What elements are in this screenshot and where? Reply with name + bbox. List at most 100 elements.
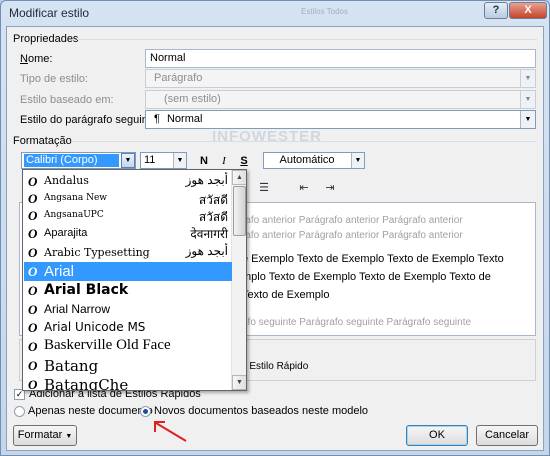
next-style-label: Estilo do parágrafo seguinte: — [20, 114, 161, 126]
font-list-item[interactable]: O Aparajita देवनागरी — [24, 224, 232, 243]
watermark-text: INFOWESTER — [212, 128, 322, 145]
font-list-item[interactable]: O Andalus أبجد هوز — [24, 172, 232, 190]
font-list-scrollbar[interactable]: ▲ ▼ — [231, 170, 246, 390]
cancel-button[interactable]: Cancelar — [476, 425, 538, 446]
font-name-combo[interactable]: Calibri (Corpo) ▼ — [21, 152, 136, 169]
style-type-value: Parágrafo — [154, 72, 203, 84]
preview-previous-paragraph: rafo anterior Parágrafo anterior Parágra… — [242, 230, 463, 241]
chevron-down-icon[interactable]: ▼ — [520, 111, 535, 128]
font-list-item-name: Angsana New — [44, 193, 107, 204]
next-style-value: Normal — [166, 113, 203, 125]
new-documents-label[interactable]: Novos documentos baseados neste modelo — [154, 405, 368, 417]
properties-divider — [77, 39, 537, 40]
ok-button[interactable]: OK — [406, 425, 468, 446]
chevron-down-icon[interactable]: ▼ — [173, 153, 186, 168]
underline-button[interactable]: S — [235, 153, 253, 169]
opentype-font-icon: O — [28, 338, 38, 354]
preview-sample-text: mplo Texto de Exemplo Texto de Exemplo T… — [242, 271, 491, 283]
preview-next-paragraph: afo seguinte Parágrafo seguinte Parágraf… — [242, 317, 472, 328]
increase-indent-icon[interactable]: ⇥ — [321, 181, 339, 195]
decrease-indent-icon[interactable]: ⇤ — [295, 181, 313, 195]
font-color-combo[interactable]: Automático ▼ — [263, 152, 365, 169]
font-list-item-name: Arial Unicode MS — [44, 319, 146, 334]
scroll-thumb[interactable] — [233, 186, 246, 236]
chevron-down-icon[interactable]: ▼ — [520, 70, 535, 87]
preview-sample-text: Texto de Exemplo — [242, 289, 330, 301]
next-style-combo[interactable]: ¶ Normal ▼ — [145, 110, 536, 129]
font-size-combo[interactable]: 11 ▼ — [140, 152, 187, 169]
modify-style-dialog: Modificar estilo Estilos Todos ? X Propr… — [0, 0, 550, 456]
font-list-item-sample: देवनागरी — [190, 227, 228, 241]
chevron-down-icon: ▼ — [65, 433, 73, 440]
font-list-item[interactable]: O Arial Narrow — [24, 300, 232, 318]
dialog-title: Modificar estilo — [9, 6, 90, 20]
name-label-rest: ome: — [27, 53, 53, 65]
font-color-value: Automático — [279, 154, 335, 166]
only-this-document-label[interactable]: Apenas neste documento — [28, 405, 153, 417]
opentype-font-icon: O — [28, 319, 38, 335]
opentype-font-icon: O — [28, 226, 38, 241]
font-list-item-name: Andalus — [44, 174, 89, 188]
preview-previous-paragraph: rafo anterior Parágrafo anterior Parágra… — [242, 215, 463, 226]
font-list-item-sample: أبجد هوز — [185, 173, 228, 187]
formatting-section-label: Formatação — [13, 135, 72, 147]
name-label: Nome: — [20, 53, 53, 65]
scroll-down-icon[interactable]: ▼ — [232, 375, 246, 390]
opentype-font-icon: O — [28, 377, 38, 391]
close-button[interactable]: X — [509, 2, 547, 19]
based-on-value: (sem estilo) — [164, 93, 221, 105]
font-list-item-name: Arial Narrow — [44, 301, 111, 316]
style-type-combo[interactable]: Parágrafo ▼ — [145, 69, 536, 88]
opentype-font-icon: O — [28, 283, 38, 298]
opentype-font-icon: O — [28, 208, 38, 223]
font-list-item[interactable]: O Baskerville Old Face — [24, 336, 232, 356]
title-bar: Modificar estilo Estilos Todos ? X — [1, 1, 549, 25]
font-list-item-name: Arial Black — [44, 282, 129, 299]
font-list-item[interactable]: O Batang — [24, 356, 232, 375]
font-list-item-name: Aparajita — [44, 226, 88, 239]
chevron-down-icon[interactable]: ▼ — [121, 153, 135, 168]
italic-button[interactable]: I — [215, 153, 233, 169]
font-dropdown-list[interactable]: ▲ ▼ O Andalus أبجد هوز O Angsana New สวัสดี O A… — [22, 169, 247, 391]
font-list-item[interactable]: O Arial — [24, 262, 232, 281]
font-list-item[interactable]: O Arial Black — [24, 281, 232, 300]
name-input[interactable]: Normal — [145, 49, 536, 68]
properties-section-label: Propriedades — [13, 33, 79, 45]
font-size-value: 11 — [144, 154, 156, 166]
font-list-item-name: Arial — [44, 262, 75, 280]
opentype-font-icon: O — [28, 301, 38, 317]
chevron-down-icon[interactable]: ▼ — [520, 91, 535, 108]
font-list-item-name: Baskerville Old Face — [44, 337, 171, 353]
format-menu-button[interactable]: Formatar ▼ — [13, 425, 77, 446]
preview-sample-text: e Exemplo Texto de Exemplo Texto de Exem… — [242, 253, 504, 265]
font-list-item-name: AngsanaUPC — [44, 210, 104, 221]
font-list-item-sample: สวัสดี — [198, 193, 228, 207]
background-window-title: Estilos Todos — [301, 7, 348, 16]
chevron-down-icon[interactable]: ▼ — [351, 153, 364, 168]
opentype-font-icon: O — [28, 245, 38, 260]
scroll-up-icon[interactable]: ▲ — [232, 170, 246, 185]
font-list-item-name: BatangChe — [44, 375, 129, 391]
font-list-item[interactable]: O BatangChe — [24, 375, 232, 391]
annotation-arrow-icon — [154, 421, 187, 442]
line-spacing-icon[interactable]: ☰ — [255, 181, 273, 195]
font-list-item[interactable]: O Arabic Typesetting أبجد هوز — [24, 243, 232, 262]
font-list-item[interactable]: O AngsanaUPC สวัสดี — [24, 207, 232, 224]
paragraph-icon: ¶ — [154, 113, 160, 125]
based-on-label: Estilo baseado em: — [20, 94, 114, 106]
font-list-item[interactable]: O Angsana New สวัสดี — [24, 190, 232, 207]
only-this-document-radio[interactable] — [14, 406, 25, 417]
font-list-item-name: Arabic Typesetting — [44, 245, 150, 259]
based-on-combo[interactable]: (sem estilo) ▼ — [145, 90, 536, 109]
help-button[interactable]: ? — [484, 2, 508, 19]
opentype-font-icon: O — [28, 264, 38, 279]
bold-button[interactable]: N — [195, 153, 213, 169]
font-name-value[interactable]: Calibri (Corpo) — [24, 154, 119, 167]
new-documents-radio[interactable] — [140, 406, 151, 417]
font-list-item[interactable]: O Arial Unicode MS — [24, 318, 232, 336]
font-list-item-sample: أبجد هوز — [185, 244, 228, 258]
style-type-label: Tipo de estilo: — [20, 73, 89, 85]
font-list-item-sample: สวัสดี — [198, 210, 228, 224]
font-list-item-name: Batang — [44, 356, 99, 375]
opentype-font-icon: O — [28, 358, 38, 373]
